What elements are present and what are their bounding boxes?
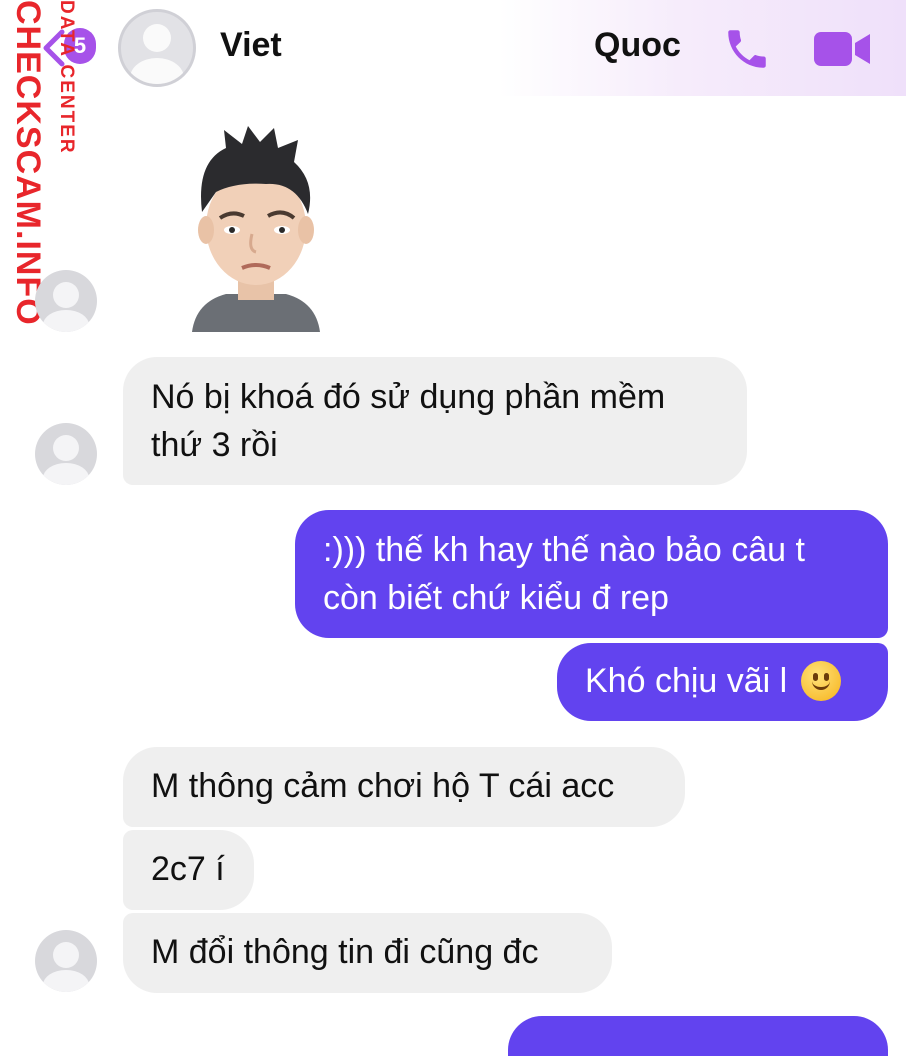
phone-icon [728, 30, 766, 68]
watermark-sub: DATA CENTER [56, 0, 77, 155]
message-line: :))) thế kh hay thế nào bảo câu t [323, 531, 805, 569]
message-line: còn biết chứ kiểu đ rep [323, 579, 669, 617]
message-line: thứ 3 rồi [151, 426, 278, 464]
contact-name[interactable]: Viet [220, 26, 282, 65]
message-bubble-incoming[interactable]: Nó bị khoá đó sử dụng phần mềm thứ 3 rồi [123, 357, 747, 485]
message-bubble-incoming[interactable]: 2c7 í [123, 830, 254, 910]
memoji-sticker [186, 122, 326, 332]
sender-avatar[interactable] [35, 930, 97, 992]
message-bubble-outgoing[interactable]: Khó chịu vãi l [557, 643, 888, 721]
header-right-name: Quoc [594, 26, 681, 64]
sender-avatar[interactable] [35, 270, 97, 332]
message-bubble-outgoing[interactable]: :))) thế kh hay thế nào bảo câu t còn bi… [295, 510, 888, 638]
chat-header: 5 Viet Quoc [0, 0, 906, 96]
sender-avatar[interactable] [35, 423, 97, 485]
slightly-smiling-face-icon [800, 661, 841, 702]
message-line: Nó bị khoá đó sử dụng phần mềm [151, 378, 666, 416]
video-camera-icon [814, 32, 870, 66]
message-bubble-incoming[interactable]: M thông cảm chơi hộ T cái acc [123, 747, 685, 827]
message-bubble-incoming[interactable]: M đổi thông tin đi cũng đc [123, 913, 612, 993]
call-button[interactable] [722, 24, 772, 74]
message-text: 2c7 í [151, 850, 225, 888]
message-bubble-outgoing-partial[interactable] [508, 1016, 888, 1056]
message-text: M đổi thông tin đi cũng đc [151, 933, 539, 971]
message-text: Khó chịu vãi l [585, 662, 788, 700]
message-text: M thông cảm chơi hộ T cái acc [151, 767, 615, 805]
contact-avatar[interactable] [118, 9, 196, 87]
video-call-button[interactable] [812, 28, 872, 70]
